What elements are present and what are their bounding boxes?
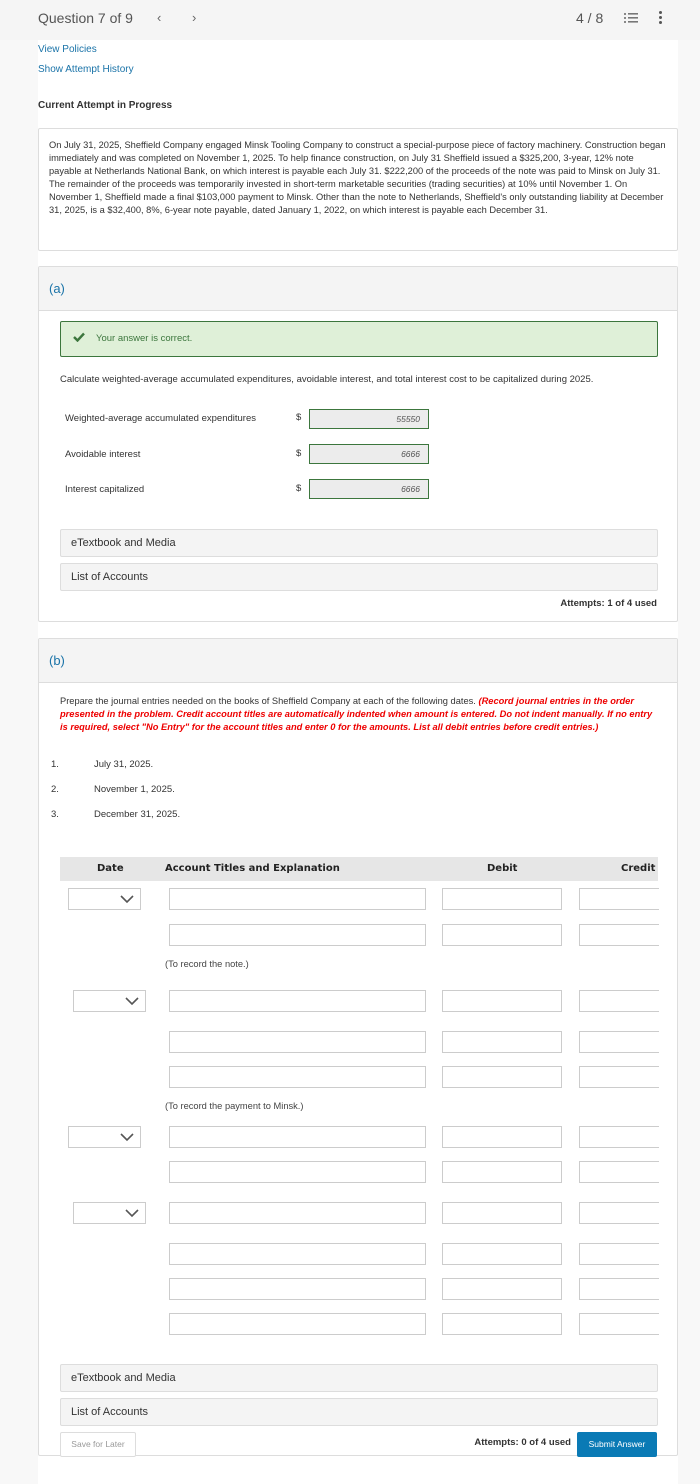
currency-symbol: $ [296,412,302,423]
debit-input[interactable] [442,1202,562,1224]
chevron-down-icon [125,997,139,1006]
previous-question-icon[interactable]: ‹ [157,10,161,25]
date-select[interactable] [68,888,141,910]
interest-capitalized-input[interactable]: 6666 [309,479,429,499]
correct-feedback: Your answer is correct. [60,321,658,357]
problem-statement: On July 31, 2025, Sheffield Company enga… [38,128,678,251]
weighted-avg-input[interactable]: 55550 [309,409,429,429]
credit-input[interactable] [579,888,659,910]
part-b-instruction: Prepare the journal entries needed on th… [60,695,660,734]
part-b-label: (b) [49,653,65,668]
credit-input[interactable] [579,1313,659,1335]
next-question-icon[interactable]: › [192,10,196,25]
account-title-input[interactable] [169,1202,426,1224]
credit-input[interactable] [579,1031,659,1053]
account-title-input[interactable] [169,1243,426,1265]
etextbook-media-bar[interactable]: eTextbook and Media [60,1364,658,1392]
debit-input[interactable] [442,1278,562,1300]
problem-text: On July 31, 2025, Sheffield Company enga… [49,140,666,215]
chevron-down-icon [120,895,134,904]
list-of-accounts-bar[interactable]: List of Accounts [60,1398,658,1426]
instruction-text: Prepare the journal entries needed on th… [60,696,479,706]
date-select[interactable] [68,1126,141,1148]
part-b-header[interactable]: (b) [39,639,677,683]
currency-symbol: $ [296,483,302,494]
more-vertical-icon[interactable] [659,11,663,25]
avoidable-interest-input[interactable]: 6666 [309,444,429,464]
account-title-input[interactable] [169,1313,426,1335]
account-title-input[interactable] [169,1126,426,1148]
view-policies-link[interactable]: View Policies [38,44,97,55]
debit-input[interactable] [442,1066,562,1088]
part-a-header[interactable]: (a) [39,267,677,311]
credit-input[interactable] [579,990,659,1012]
question-label: Question 7 of 9 [38,10,133,26]
submit-answer-button[interactable]: Submit Answer [577,1432,657,1457]
part-a-instruction: Calculate weighted-average accumulated e… [60,374,594,385]
memo-note: (To record the note.) [165,959,249,969]
question-progress: 4 / 8 [576,10,604,26]
account-title-input[interactable] [169,924,426,946]
feedback-text: Your answer is correct. [96,333,193,344]
debit-column-header: Debit [487,863,518,874]
credit-input[interactable] [579,1126,659,1148]
currency-symbol: $ [296,448,302,459]
question-nav-bar: Question 7 of 9 ‹ › 4 / 8 [0,0,700,40]
part-a-panel: (a) Your answer is correct. Calculate we… [38,266,678,622]
chevron-down-icon [120,1133,134,1142]
credit-input[interactable] [579,1161,659,1183]
current-attempt-label: Current Attempt in Progress [38,100,173,111]
debit-input[interactable] [442,990,562,1012]
show-attempt-history-link[interactable]: Show Attempt History [38,64,134,75]
account-title-input[interactable] [169,1161,426,1183]
credit-input[interactable] [579,1243,659,1265]
account-title-input[interactable] [169,990,426,1012]
debit-input[interactable] [442,1161,562,1183]
attempts-counter: Attempts: 0 of 4 used [474,1437,571,1448]
credit-input[interactable] [579,1202,659,1224]
attempts-counter: Attempts: 1 of 4 used [560,598,657,609]
chevron-down-icon [125,1209,139,1218]
account-column-header: Account Titles and Explanation [165,863,340,874]
date-select[interactable] [73,1202,146,1224]
journal-table-header: Date Account Titles and Explanation Debi… [60,857,658,881]
checkmark-icon [73,332,85,342]
save-for-later-button[interactable]: Save for Later [60,1432,136,1457]
list-icon[interactable] [624,11,638,25]
debit-input[interactable] [442,1031,562,1053]
debit-input[interactable] [442,1243,562,1265]
account-title-input[interactable] [169,888,426,910]
debit-input[interactable] [442,924,562,946]
weighted-avg-label: Weighted-average accumulated expenditure… [65,413,256,424]
debit-input[interactable] [442,1126,562,1148]
date-column-header: Date [97,863,124,874]
account-title-input[interactable] [169,1278,426,1300]
account-title-input[interactable] [169,1066,426,1088]
date-select[interactable] [73,990,146,1012]
list-of-accounts-bar[interactable]: List of Accounts [60,563,658,591]
credit-input[interactable] [579,924,659,946]
account-title-input[interactable] [169,1031,426,1053]
memo-payment: (To record the payment to Minsk.) [165,1101,304,1111]
debit-input[interactable] [442,888,562,910]
interest-capitalized-label: Interest capitalized [65,484,145,495]
credit-input[interactable] [579,1278,659,1300]
avoidable-interest-label: Avoidable interest [65,449,141,460]
credit-input[interactable] [579,1066,659,1088]
etextbook-media-bar[interactable]: eTextbook and Media [60,529,658,557]
debit-input[interactable] [442,1313,562,1335]
part-b-panel: (b) Prepare the journal entries needed o… [38,638,678,1457]
part-a-label: (a) [49,281,65,296]
credit-column-header: Credit [621,863,656,874]
